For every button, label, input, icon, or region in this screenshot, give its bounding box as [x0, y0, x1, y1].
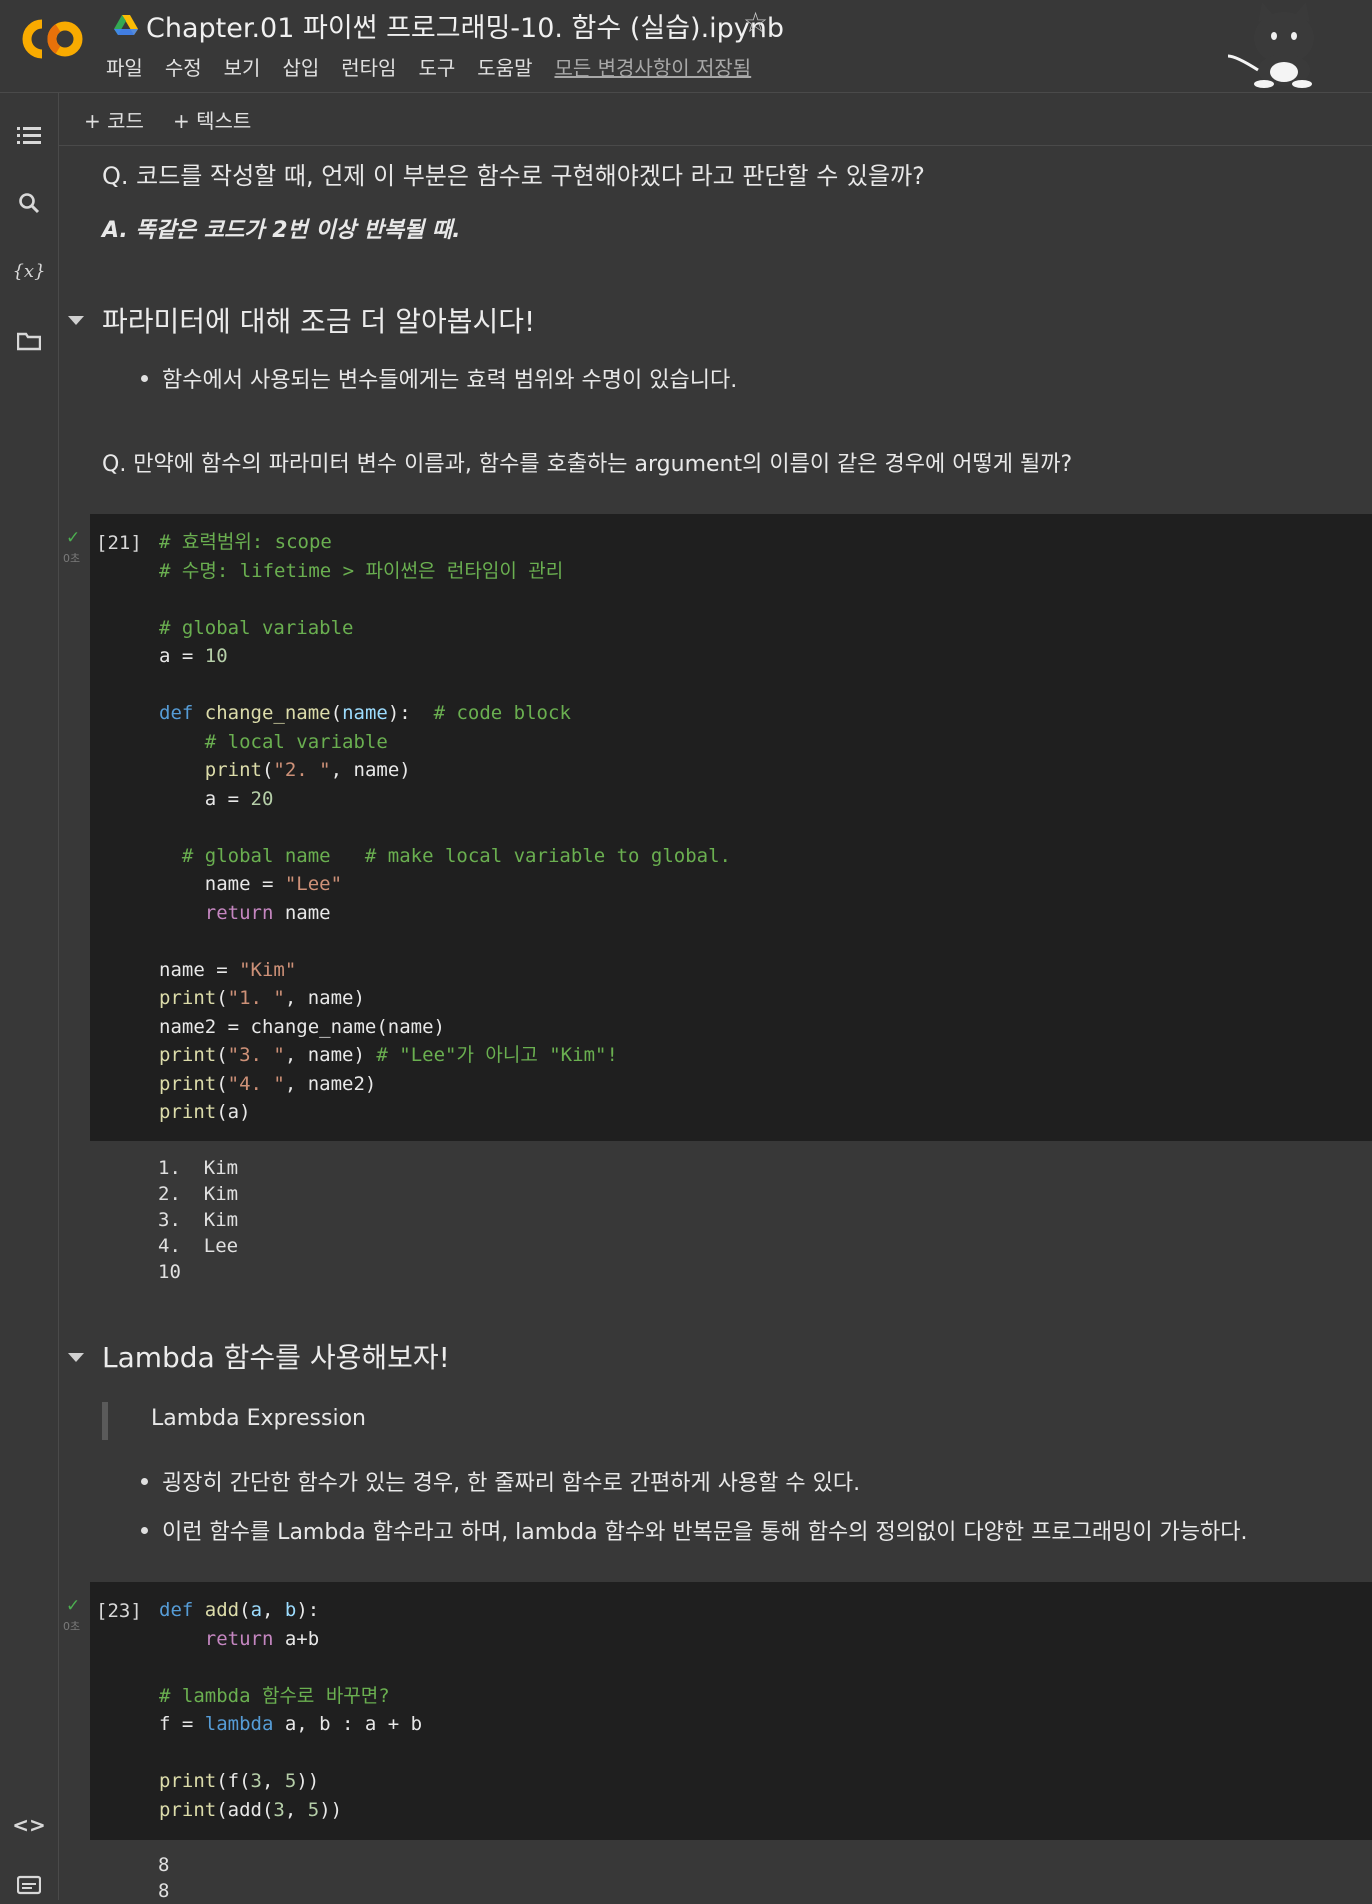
bullet-icon	[141, 375, 148, 382]
section-heading: Lambda 함수를 사용해보자!	[102, 1341, 450, 1374]
bullet-text: 굉장히 간단한 함수가 있는 경우, 한 줄짜리 함수로 간편하게 사용할 수 …	[162, 1471, 861, 1496]
header: Chapter.01 파이썬 프로그래밍-10. 함수 (실습).ipynb ☆…	[0, 0, 1372, 93]
cell-output: 8 8	[158, 1854, 170, 1902]
collapse-section-icon[interactable]	[68, 316, 84, 325]
execution-time: 0초	[63, 552, 81, 565]
execution-count[interactable]: [21]	[96, 532, 142, 554]
section-heading: 파라미터에 대해 조금 더 알아봅시다!	[102, 305, 536, 338]
colab-logo[interactable]	[20, 14, 86, 64]
variables-icon[interactable]: {𝑥}	[12, 257, 45, 285]
left-sidebar: {𝑥} <>	[0, 93, 59, 1900]
run-success-icon: ✓	[66, 1596, 81, 1616]
star-icon[interactable]: ☆	[743, 6, 768, 39]
code-cell[interactable]: ✓ 0초 [23] def add(a, b): return a+b # la…	[63, 1582, 1372, 1840]
bullet-text: 함수에서 사용되는 변수들에게는 효력 범위와 수명이 있습니다.	[162, 368, 738, 393]
cat-mascot-icon	[1227, 2, 1314, 88]
notebook-title[interactable]: Chapter.01 파이썬 프로그래밍-10. 함수 (실습).ipynb	[146, 6, 784, 45]
question-text: Q. 만약에 함수의 파라미터 변수 이름과, 함수를 호출하는 argumen…	[102, 452, 1073, 477]
blockquote-bar	[102, 1402, 108, 1440]
execution-time: 0초	[63, 1620, 81, 1633]
menu-tools[interactable]: 도구	[418, 52, 455, 81]
question-text: Q. 코드를 작성할 때, 언제 이 부분은 함수로 구현해야겠다 라고 판단할…	[102, 162, 925, 190]
answer-text: A. 똑같은 코드가 2번 이상 반복될 때.	[102, 218, 461, 243]
code-editor[interactable]: def add(a, b): return a+b # lambda 함수로 바…	[159, 1596, 422, 1824]
run-success-icon: ✓	[66, 528, 81, 548]
terminal-icon[interactable]	[15, 1871, 43, 1899]
code-editor[interactable]: # 효력범위: scope # 수명: lifetime > 파이썬은 런타임이…	[159, 528, 731, 1127]
menu-bar: 파일 수정 보기 삽입 런타임 도구 도움말 모든 변경사항이 저장됨	[106, 52, 773, 81]
menu-runtime[interactable]: 런타임	[341, 52, 396, 81]
code-cell[interactable]: ✓ 0초 [21] # 효력범위: scope # 수명: lifetime >…	[63, 514, 1372, 1141]
add-text-button[interactable]: + 텍스트	[173, 105, 251, 134]
code-snippets-icon[interactable]: <>	[12, 1811, 46, 1839]
notebook-toolbar: + 코드 + 텍스트	[59, 93, 1372, 146]
menu-view[interactable]: 보기	[224, 52, 261, 81]
folder-icon[interactable]	[15, 327, 43, 355]
bullet-icon	[141, 1478, 148, 1485]
menu-help[interactable]: 도움말	[477, 52, 532, 81]
blockquote-text: Lambda Expression	[151, 1406, 366, 1431]
search-icon[interactable]	[15, 189, 43, 217]
cell-output: 1. Kim 2. Kim 3. Kim 4. Lee 10	[158, 1157, 239, 1283]
save-status[interactable]: 모든 변경사항이 저장됨	[554, 52, 751, 81]
bullet-icon	[141, 1527, 148, 1534]
drive-icon[interactable]	[114, 14, 138, 36]
add-code-button[interactable]: + 코드	[84, 105, 144, 134]
collapse-section-icon[interactable]	[68, 1353, 84, 1362]
menu-insert[interactable]: 삽입	[282, 52, 319, 81]
execution-count[interactable]: [23]	[96, 1600, 142, 1622]
table-of-contents-icon[interactable]	[15, 121, 43, 149]
menu-file[interactable]: 파일	[106, 52, 143, 81]
menu-edit[interactable]: 수정	[165, 52, 202, 81]
bullet-text: 이런 함수를 Lambda 함수라고 하며, lambda 함수와 반복문을 통…	[162, 1520, 1248, 1545]
